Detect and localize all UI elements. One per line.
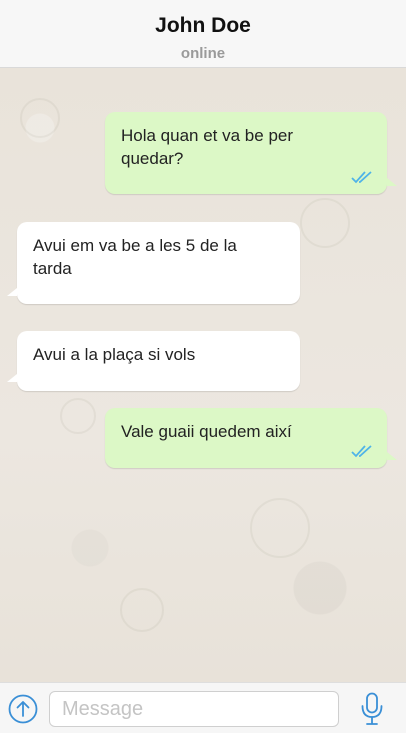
- arrow-up-circle-icon[interactable]: [8, 694, 38, 724]
- wallpaper-doodle: [250, 498, 310, 558]
- bubble-tail: [7, 288, 17, 296]
- bubble-tail: [387, 452, 397, 460]
- microphone-icon[interactable]: [359, 692, 385, 726]
- message-incoming[interactable]: Avui em va be a les 5 de la tarda: [17, 222, 300, 304]
- message-text-line: Hola quan et va be per: [121, 126, 294, 145]
- message-outgoing[interactable]: Hola quan et va be per quedar?: [105, 112, 387, 194]
- message-text-line: Avui em va be a les 5 de la: [33, 236, 237, 255]
- bubble-tail: [387, 178, 397, 186]
- contact-name[interactable]: John Doe: [0, 14, 406, 38]
- double-check-icon: [351, 171, 372, 184]
- message-text-line: quedar?: [121, 149, 184, 168]
- wallpaper-doodle: [300, 198, 350, 248]
- wallpaper-doodle: [120, 588, 164, 632]
- composer-bar: [0, 682, 406, 733]
- chat-header: John Doe online: [0, 0, 406, 68]
- wallpaper-doodle: [60, 398, 96, 434]
- message-text-line: tarda: [33, 259, 72, 278]
- double-check-icon: [351, 445, 372, 458]
- message-incoming[interactable]: Avui a la plaça si vols: [17, 331, 300, 391]
- contact-status: online: [180, 45, 226, 62]
- message-text-line: Avui a la plaça si vols: [33, 345, 196, 364]
- wallpaper-doodle: [20, 98, 60, 138]
- message-input[interactable]: [49, 691, 339, 727]
- bubble-tail: [7, 374, 17, 382]
- message-list[interactable]: Hola quan et va be per quedar? Avui em v…: [0, 68, 406, 682]
- message-text-line: Vale guaii quedem així: [121, 422, 292, 441]
- message-outgoing[interactable]: Vale guaii quedem així: [105, 408, 387, 468]
